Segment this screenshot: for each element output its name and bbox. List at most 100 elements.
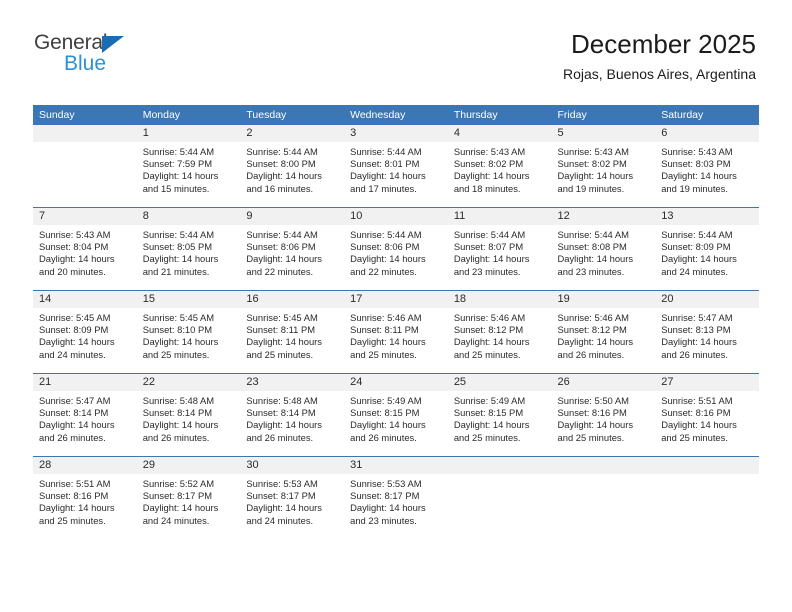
day-cell-inner: 1 Sunrise: 5:44 AM Sunset: 7:59 PM Daylight… xyxy=(136,125,241,207)
calendar-week-row: 1 Sunrise: 5:44 AM Sunset: 7:59 PM Daylight… xyxy=(33,125,759,208)
calendar-day-cell[interactable]: 23 Sunrise: 5:48 AM Sunset: 8:14 PM Dayligh… xyxy=(240,373,345,457)
calendar-day-cell[interactable]: 20 Sunrise: 5:47 AM Sunset: 8:13 PM Dayligh… xyxy=(655,290,759,374)
daylight-text-line2: and 23 minutes. xyxy=(350,514,417,526)
calendar-page: General Blue December 2025 Rojas, Buenos… xyxy=(0,0,792,612)
logo-text-general: General xyxy=(34,31,108,54)
calendar-day-cell[interactable]: 31 Sunrise: 5:53 AM Sunset: 8:17 PM Dayligh… xyxy=(344,456,448,539)
day-number: 16 xyxy=(240,291,345,308)
calendar-day-cell[interactable]: 19 Sunrise: 5:46 AM Sunset: 8:12 PM Dayligh… xyxy=(551,290,656,374)
day-details: Sunrise: 5:49 AM Sunset: 8:15 PM Daylight:… xyxy=(448,391,552,444)
day-cell-inner: 22 Sunrise: 5:48 AM Sunset: 8:14 PM Dayligh… xyxy=(136,374,241,456)
calendar-day-cell[interactable]: 4 Sunrise: 5:43 AM Sunset: 8:02 PM Daylight… xyxy=(447,125,552,208)
calendar-day-cell[interactable]: 24 Sunrise: 5:49 AM Sunset: 8:15 PM Dayligh… xyxy=(344,373,448,457)
calendar-day-cell[interactable]: 29 Sunrise: 5:52 AM Sunset: 8:17 PM Dayligh… xyxy=(136,456,241,539)
sunset-text: Sunset: 8:05 PM xyxy=(142,241,213,253)
calendar-day-cell[interactable]: 27 Sunrise: 5:51 AM Sunset: 8:16 PM Dayligh… xyxy=(655,373,759,457)
calendar-day-cell[interactable]: 18 Sunrise: 5:46 AM Sunset: 8:12 PM Dayligh… xyxy=(447,290,552,374)
day-details: Sunrise: 5:45 AM Sunset: 8:09 PM Daylight:… xyxy=(33,308,137,361)
calendar-day-cell[interactable]: 26 Sunrise: 5:50 AM Sunset: 8:16 PM Dayligh… xyxy=(551,373,656,457)
daylight-text-line1: Daylight: 14 hours xyxy=(453,419,530,431)
daylight-text-line1: Daylight: 14 hours xyxy=(453,170,530,182)
calendar-day-cell[interactable]: 28 Sunrise: 5:51 AM Sunset: 8:16 PM Dayligh… xyxy=(33,456,137,539)
sunrise-text: Sunrise: 5:50 AM xyxy=(557,395,629,406)
day-details: Sunrise: 5:44 AM Sunset: 8:09 PM Daylight:… xyxy=(655,225,759,278)
daylight-text-line1: Daylight: 14 hours xyxy=(39,419,115,431)
daylight-text-line1: Daylight: 14 hours xyxy=(39,253,115,265)
calendar-day-cell[interactable]: 30 Sunrise: 5:53 AM Sunset: 8:17 PM Dayligh… xyxy=(240,456,345,539)
day-number: 10 xyxy=(344,208,448,225)
calendar-day-cell[interactable]: 5 Sunrise: 5:43 AM Sunset: 8:02 PM Daylight… xyxy=(551,125,656,208)
calendar-day-cell[interactable]: 9 Sunrise: 5:44 AM Sunset: 8:06 PM Daylight… xyxy=(240,207,345,291)
calendar-day-cell[interactable]: 11 Sunrise: 5:44 AM Sunset: 8:07 PM Dayligh… xyxy=(447,207,552,291)
day-cell-inner: 15 Sunrise: 5:45 AM Sunset: 8:10 PM Dayligh… xyxy=(136,291,241,373)
day-number: 26 xyxy=(551,374,656,391)
day-number: 2 xyxy=(240,125,345,142)
day-cell-inner: 9 Sunrise: 5:44 AM Sunset: 8:06 PM Daylight… xyxy=(240,208,345,290)
day-cell-inner: 16 Sunrise: 5:45 AM Sunset: 8:11 PM Dayligh… xyxy=(240,291,345,373)
sunset-text: Sunset: 8:11 PM xyxy=(350,324,419,336)
sunset-text: Sunset: 8:15 PM xyxy=(350,407,420,419)
calendar-day-cell[interactable]: 21 Sunrise: 5:47 AM Sunset: 8:14 PM Dayligh… xyxy=(33,373,137,457)
sunset-text: Sunset: 8:07 PM xyxy=(453,241,524,253)
calendar-day-cell[interactable]: 22 Sunrise: 5:48 AM Sunset: 8:14 PM Dayligh… xyxy=(136,373,241,457)
sunrise-text: Sunrise: 5:44 AM xyxy=(557,229,629,240)
day-details: Sunrise: 5:44 AM Sunset: 8:00 PM Daylight:… xyxy=(240,142,344,195)
page-header: General Blue December 2025 Rojas, Buenos… xyxy=(0,0,792,100)
daylight-text-line1: Daylight: 14 hours xyxy=(39,336,115,348)
calendar-day-cell[interactable]: 15 Sunrise: 5:45 AM Sunset: 8:10 PM Dayligh… xyxy=(136,290,241,374)
day-details: Sunrise: 5:43 AM Sunset: 8:04 PM Daylight:… xyxy=(33,225,137,278)
calendar-day-cell[interactable]: 13 Sunrise: 5:44 AM Sunset: 8:09 PM Dayligh… xyxy=(655,207,759,291)
daylight-text-line1: Daylight: 14 hours xyxy=(661,253,737,265)
calendar-day-cell[interactable]: 12 Sunrise: 5:44 AM Sunset: 8:08 PM Dayligh… xyxy=(551,207,656,291)
sunset-text: Sunset: 8:16 PM xyxy=(661,407,731,419)
sunset-text: Sunset: 8:12 PM xyxy=(453,324,524,336)
day-cell-inner: 31 Sunrise: 5:53 AM Sunset: 8:17 PM Dayligh… xyxy=(344,457,448,539)
sunrise-text: Sunrise: 5:51 AM xyxy=(39,478,111,489)
calendar-day-cell[interactable]: 7 Sunrise: 5:43 AM Sunset: 8:04 PM Daylight… xyxy=(33,207,137,291)
day-cell-inner xyxy=(447,457,552,539)
calendar-day-cell-empty xyxy=(33,125,137,208)
calendar-day-cell[interactable]: 16 Sunrise: 5:45 AM Sunset: 8:11 PM Dayligh… xyxy=(240,290,345,374)
sunset-text: Sunset: 8:06 PM xyxy=(246,241,316,253)
calendar-day-cell[interactable]: 2 Sunrise: 5:44 AM Sunset: 8:00 PM Daylight… xyxy=(240,125,345,208)
sunrise-text: Sunrise: 5:48 AM xyxy=(246,395,318,406)
daylight-text-line1: Daylight: 14 hours xyxy=(142,336,219,348)
day-details: Sunrise: 5:44 AM Sunset: 8:07 PM Daylight:… xyxy=(448,225,552,278)
day-number: 13 xyxy=(655,208,759,225)
day-details: Sunrise: 5:44 AM Sunset: 8:01 PM Daylight:… xyxy=(344,142,448,195)
sunset-text: Sunset: 8:02 PM xyxy=(453,158,524,170)
daylight-text-line2: and 26 minutes. xyxy=(39,431,106,443)
sunset-text: Sunset: 8:16 PM xyxy=(39,490,109,502)
day-cell-inner: 5 Sunrise: 5:43 AM Sunset: 8:02 PM Daylight… xyxy=(551,125,656,207)
calendar-day-cell[interactable]: 6 Sunrise: 5:43 AM Sunset: 8:03 PM Daylight… xyxy=(655,125,759,208)
sunrise-text: Sunrise: 5:47 AM xyxy=(39,395,111,406)
day-cell-inner: 25 Sunrise: 5:49 AM Sunset: 8:15 PM Dayligh… xyxy=(447,374,552,456)
calendar-day-cell[interactable]: 3 Sunrise: 5:44 AM Sunset: 8:01 PM Daylight… xyxy=(344,125,448,208)
day-number: 14 xyxy=(33,291,137,308)
calendar-day-cell[interactable]: 17 Sunrise: 5:46 AM Sunset: 8:11 PM Dayligh… xyxy=(344,290,448,374)
weekday-header-saturday: Saturday xyxy=(655,105,759,125)
sunrise-text: Sunrise: 5:43 AM xyxy=(557,146,629,157)
day-cell-inner: 12 Sunrise: 5:44 AM Sunset: 8:08 PM Dayligh… xyxy=(551,208,656,290)
day-cell-inner: 10 Sunrise: 5:44 AM Sunset: 8:06 PM Dayligh… xyxy=(344,208,448,290)
calendar-day-cell[interactable]: 10 Sunrise: 5:44 AM Sunset: 8:06 PM Dayligh… xyxy=(344,207,448,291)
sunset-text: Sunset: 8:16 PM xyxy=(557,407,627,419)
day-number: 25 xyxy=(447,374,552,391)
daylight-text-line2: and 25 minutes. xyxy=(39,514,106,526)
daylight-text-line2: and 15 minutes. xyxy=(142,182,210,194)
calendar-day-cell[interactable]: 1 Sunrise: 5:44 AM Sunset: 7:59 PM Daylight… xyxy=(136,125,241,208)
day-number: 22 xyxy=(136,374,241,391)
sunrise-text: Sunrise: 5:52 AM xyxy=(142,478,215,489)
calendar-day-cell[interactable]: 25 Sunrise: 5:49 AM Sunset: 8:15 PM Dayligh… xyxy=(447,373,552,457)
calendar-day-cell[interactable]: 14 Sunrise: 5:45 AM Sunset: 8:09 PM Dayligh… xyxy=(33,290,137,374)
day-number xyxy=(551,457,656,474)
day-number xyxy=(655,457,759,474)
day-cell-inner: 6 Sunrise: 5:43 AM Sunset: 8:03 PM Daylight… xyxy=(655,125,759,207)
weekday-header-friday: Friday xyxy=(551,105,656,125)
sunrise-text: Sunrise: 5:43 AM xyxy=(661,146,733,157)
calendar-day-cell[interactable]: 8 Sunrise: 5:44 AM Sunset: 8:05 PM Daylight… xyxy=(136,207,241,291)
daylight-text-line1: Daylight: 14 hours xyxy=(557,253,634,265)
day-cell-inner: 28 Sunrise: 5:51 AM Sunset: 8:16 PM Dayligh… xyxy=(33,457,137,539)
day-cell-inner: 3 Sunrise: 5:44 AM Sunset: 8:01 PM Daylight… xyxy=(344,125,448,207)
daylight-text-line1: Daylight: 14 hours xyxy=(350,170,426,182)
